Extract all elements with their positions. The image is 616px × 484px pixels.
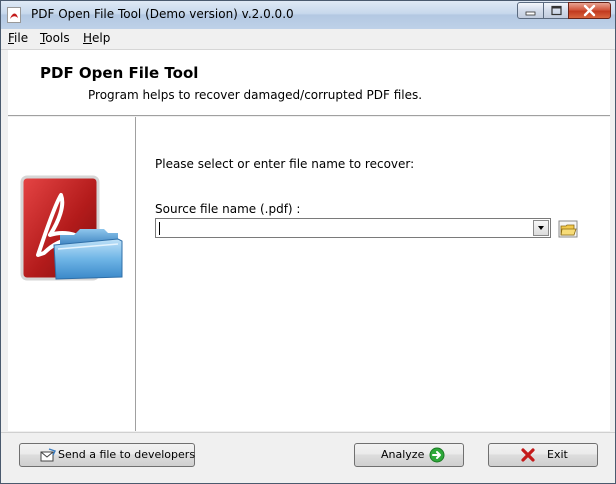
- menu-file[interactable]: File: [8, 31, 28, 45]
- menu-help-mnemonic: H: [83, 31, 93, 45]
- source-file-combobox[interactable]: [155, 218, 551, 238]
- exit-button[interactable]: Exit: [488, 443, 598, 467]
- maximize-button[interactable]: [543, 2, 569, 19]
- close-icon: [583, 4, 596, 17]
- logo-pane: [8, 117, 136, 431]
- header-panel: PDF Open File Tool Program helps to reco…: [8, 50, 610, 116]
- menu-tools[interactable]: Tools: [40, 31, 70, 45]
- text-caret: [159, 222, 160, 235]
- menu-file-rest: ile: [14, 31, 29, 45]
- title-bar[interactable]: PDF Open File Tool (Demo version) v.2.0.…: [1, 1, 615, 29]
- menu-help[interactable]: Help: [83, 31, 110, 45]
- maximize-icon: [551, 5, 562, 16]
- source-file-input[interactable]: [158, 220, 528, 236]
- minimize-button[interactable]: [517, 2, 544, 19]
- pdf-folder-logo: [20, 175, 123, 281]
- send-to-developers-button[interactable]: Send a file to developers: [19, 443, 195, 467]
- instruction-text: Please select or enter file name to reco…: [155, 157, 415, 171]
- chevron-down-icon: [538, 226, 544, 230]
- pdf-icon: [7, 7, 21, 23]
- app-description: Program helps to recover damaged/corrupt…: [88, 88, 423, 102]
- open-folder-icon[interactable]: [557, 218, 579, 240]
- envelope-icon: [40, 448, 56, 462]
- send-button-label: Send a file to developers: [58, 448, 196, 461]
- menu-bar: File Tools Help: [1, 29, 615, 50]
- menu-help-rest: elp: [92, 31, 111, 45]
- app-heading: PDF Open File Tool: [40, 64, 199, 82]
- x-icon: [521, 448, 535, 462]
- arrow-right-icon: [429, 447, 445, 463]
- app-window: PDF Open File Tool (Demo version) v.2.0.…: [0, 0, 616, 484]
- dropdown-button[interactable]: [533, 220, 549, 236]
- main-panel: Please select or enter file name to reco…: [8, 117, 610, 431]
- window-title: PDF Open File Tool (Demo version) v.2.0.…: [31, 7, 294, 21]
- analyze-button-label: Analyze: [381, 448, 425, 461]
- menu-tools-rest: ools: [45, 31, 70, 45]
- close-button[interactable]: [568, 2, 611, 19]
- exit-button-label: Exit: [547, 448, 568, 461]
- footer-bar: Send a file to developers Analyze Exit: [1, 432, 615, 483]
- minimize-icon: [525, 11, 536, 16]
- analyze-button[interactable]: Analyze: [354, 443, 464, 467]
- source-file-label: Source file name (.pdf) :: [155, 202, 301, 216]
